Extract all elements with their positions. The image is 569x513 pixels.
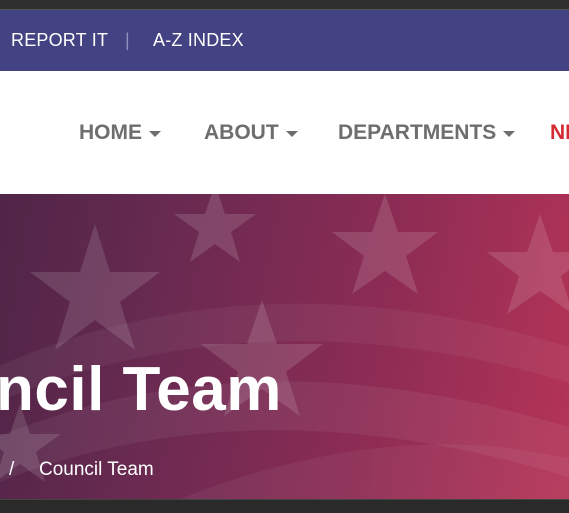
hero-banner: ncil Team / Council Team	[0, 194, 569, 499]
nav-item-about[interactable]: ABOUT	[204, 121, 298, 145]
report-it-link[interactable]: REPORT IT	[11, 30, 108, 51]
main-navigation: HOME ABOUT DEPARTMENTS NE	[0, 71, 569, 194]
nav-item-news[interactable]: NE	[550, 121, 569, 145]
breadcrumb-separator: /	[9, 459, 15, 480]
nav-home-label: HOME	[79, 121, 142, 144]
chevron-down-icon	[503, 131, 516, 137]
nav-item-home[interactable]: HOME	[79, 121, 161, 145]
nav-item-departments[interactable]: DEPARTMENTS	[338, 121, 516, 145]
browser-top-strip	[0, 0, 569, 10]
nav-departments-label: DEPARTMENTS	[338, 121, 497, 144]
nav-about-label: ABOUT	[204, 121, 279, 144]
content-bottom-strip	[0, 499, 569, 513]
page-title: ncil Team	[0, 355, 282, 424]
utility-bar: REPORT IT | A-Z INDEX	[0, 10, 569, 71]
stars-stripes-background	[0, 194, 569, 499]
chevron-down-icon	[285, 131, 298, 137]
nav-news-label: NE	[550, 121, 569, 144]
breadcrumb-current: Council Team	[39, 459, 154, 480]
chevron-down-icon	[149, 131, 161, 137]
a-z-index-link[interactable]: A-Z INDEX	[153, 30, 244, 51]
utility-divider: |	[125, 30, 130, 50]
